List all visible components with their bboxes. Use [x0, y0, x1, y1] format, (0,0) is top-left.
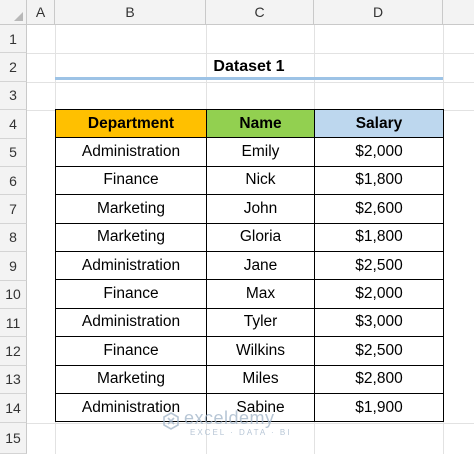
row-header-8[interactable]: 8	[0, 223, 27, 253]
department-cell[interactable]: Finance	[55, 336, 207, 366]
name-cell[interactable]: Gloria	[206, 222, 315, 252]
table-row: Finance Max $2,000	[55, 279, 444, 309]
select-all-corner[interactable]	[0, 0, 27, 25]
column-header-a[interactable]: A	[27, 0, 55, 25]
column-header-e[interactable]	[443, 0, 474, 25]
table-body: Administration Emily $2,000 Finance Nick $1,8…	[55, 137, 444, 423]
table-row: Marketing Miles $2,800	[55, 364, 444, 394]
row-header-2[interactable]: 2	[0, 53, 27, 82]
data-table: Department Name Salary Administration Emi…	[55, 108, 444, 423]
department-cell[interactable]: Administration	[55, 307, 207, 338]
row-header-14[interactable]: 14	[0, 394, 27, 423]
row-header-15[interactable]: 15	[0, 422, 27, 454]
table-row: Finance Nick $1,800	[55, 165, 444, 196]
salary-cell[interactable]: $2,000	[314, 137, 444, 167]
row-header-3[interactable]: 3	[0, 81, 27, 111]
department-cell[interactable]: Marketing	[55, 194, 207, 224]
salary-cell[interactable]: $2,000	[314, 279, 444, 309]
name-cell[interactable]: Nick	[206, 165, 315, 196]
row-header-11[interactable]: 11	[0, 309, 27, 338]
department-cell[interactable]: Finance	[55, 279, 207, 309]
row-header-5[interactable]: 5	[0, 138, 27, 167]
dataset-title-cell[interactable]: Dataset 1	[55, 55, 443, 79]
name-cell[interactable]: Max	[206, 279, 315, 309]
salary-cell[interactable]: $2,600	[314, 194, 444, 224]
header-salary-cell[interactable]: Salary	[314, 108, 444, 139]
name-cell[interactable]: Emily	[206, 137, 315, 167]
row-header-6[interactable]: 6	[0, 167, 27, 196]
name-cell[interactable]: Miles	[206, 364, 315, 394]
watermark-tagline: EXCEL · DATA · BI	[190, 428, 292, 437]
exceldemy-watermark: exceldemy EXCEL · DATA · BI	[162, 408, 312, 438]
column-header-c[interactable]: C	[206, 0, 314, 25]
department-cell[interactable]: Marketing	[55, 222, 207, 252]
name-cell[interactable]: Jane	[206, 250, 315, 281]
header-name-cell[interactable]: Name	[206, 108, 315, 139]
row-header-4[interactable]: 4	[0, 110, 27, 139]
column-header-b[interactable]: B	[55, 0, 206, 25]
table-row: Administration Tyler $3,000	[55, 307, 444, 338]
salary-cell[interactable]: $1,800	[314, 222, 444, 252]
name-cell[interactable]: Wilkins	[206, 336, 315, 366]
name-cell[interactable]: John	[206, 194, 315, 224]
gridline	[27, 81, 474, 83]
row-header-13[interactable]: 13	[0, 365, 27, 395]
row-header-1[interactable]: 1	[0, 25, 27, 54]
table-row: Finance Wilkins $2,500	[55, 336, 444, 366]
department-cell[interactable]: Administration	[55, 250, 207, 281]
salary-cell[interactable]: $1,900	[314, 392, 444, 423]
salary-cell[interactable]: $2,500	[314, 250, 444, 281]
column-header-d[interactable]: D	[314, 0, 443, 25]
table-row: Marketing Gloria $1,800	[55, 222, 444, 252]
salary-cell[interactable]: $2,800	[314, 364, 444, 394]
row-header-12[interactable]: 12	[0, 337, 27, 366]
table-header-row: Department Name Salary	[55, 108, 444, 139]
row-header-10[interactable]: 10	[0, 280, 27, 309]
department-cell[interactable]: Finance	[55, 165, 207, 196]
salary-cell[interactable]: $2,500	[314, 336, 444, 366]
title-underline	[55, 77, 443, 80]
department-cell[interactable]: Marketing	[55, 364, 207, 394]
table-row: Administration Emily $2,000	[55, 137, 444, 167]
name-cell[interactable]: Tyler	[206, 307, 315, 338]
table-row: Marketing John $2,600	[55, 194, 444, 224]
exceldemy-logo-icon	[163, 412, 179, 430]
row-header-9[interactable]: 9	[0, 252, 27, 281]
table-row: Administration Jane $2,500	[55, 250, 444, 281]
salary-cell[interactable]: $1,800	[314, 165, 444, 196]
row-header-7[interactable]: 7	[0, 195, 27, 224]
header-department-cell[interactable]: Department	[55, 108, 207, 139]
spreadsheet: A B C D 1 2 3 4 5 6 7 8 9 10 11 12 13 14…	[0, 0, 474, 454]
department-cell[interactable]: Administration	[55, 137, 207, 167]
salary-cell[interactable]: $3,000	[314, 307, 444, 338]
watermark-name: exceldemy	[184, 408, 275, 428]
select-all-triangle-icon	[14, 12, 23, 21]
